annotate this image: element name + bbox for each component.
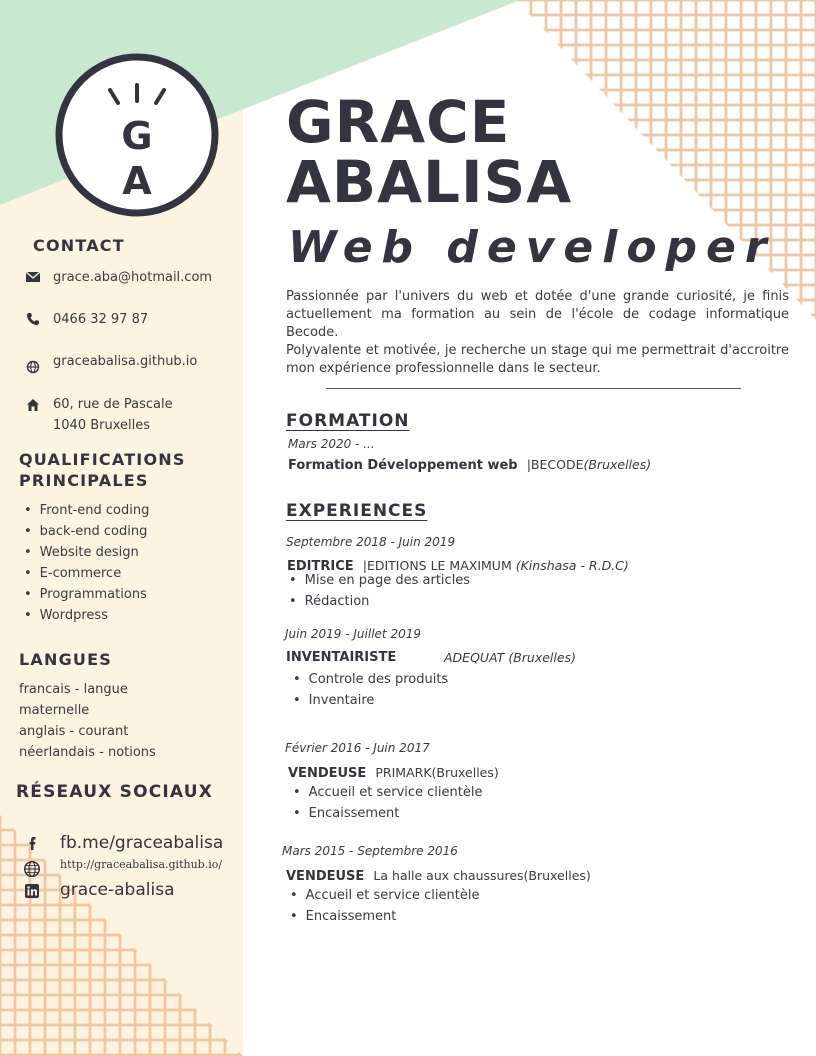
job-date: Mars 2015 - Septembre 2016 xyxy=(282,844,458,858)
website-link[interactable]: graceabalisa.github.io xyxy=(53,354,197,369)
linkedin-link[interactable]: grace-abalisa xyxy=(60,880,174,900)
job-location: (Kinshasa - R.D.C) xyxy=(515,558,629,573)
list-item: Front-end coding xyxy=(24,500,150,521)
job-role: VENDEUSE xyxy=(286,869,365,884)
language-line: francais - langue xyxy=(19,682,128,697)
globe-icon xyxy=(26,360,40,374)
job-tasks: Accueil et service clientèle Encaissemen… xyxy=(293,782,483,824)
job-company: La halle aux chaussures(Bruxelles) xyxy=(373,868,591,883)
full-name: GRACE ABALISA xyxy=(286,92,572,212)
list-item: Accueil et service clientèle xyxy=(293,782,483,803)
last-name: ABALISA xyxy=(286,148,573,216)
list-item: Mise en page des articles xyxy=(289,570,470,591)
phone-icon xyxy=(27,313,39,325)
language-line: néerlandais - notions xyxy=(19,745,156,760)
list-item: Encaissement xyxy=(293,803,482,824)
job-header: VENDEUSE PRIMARK(Bruxelles) xyxy=(288,762,499,781)
contact-heading: CONTACT xyxy=(33,236,125,255)
job-header: VENDEUSE La halle aux chaussures(Bruxell… xyxy=(286,865,591,884)
job-tasks: Mise en page des articles Rédaction xyxy=(289,570,470,612)
formation-school: |BECODE xyxy=(526,457,584,472)
home-icon xyxy=(27,399,39,411)
job-date: Septembre 2018 - Juin 2019 xyxy=(286,535,456,549)
facebook-icon xyxy=(29,837,36,850)
portfolio-link[interactable]: http://graceabalisa.github.io/ xyxy=(60,858,222,871)
social-heading: RÉSEAUX SOCIAUX xyxy=(16,782,214,802)
list-item: Programmations xyxy=(24,584,149,605)
language-line: anglais - courant xyxy=(19,724,129,739)
job-location: ADEQUAT (Bruxelles) xyxy=(444,650,576,665)
language-line: maternelle xyxy=(19,703,90,718)
languages-heading: LANGUES xyxy=(19,650,112,669)
list-item: Accueil et service clientèle xyxy=(290,885,480,906)
job-date: Juin 2019 - Juillet 2019 xyxy=(285,627,421,641)
job-role: VENDEUSE xyxy=(288,766,367,781)
envelope-icon xyxy=(25,271,41,282)
list-item: Inventaire xyxy=(293,690,448,711)
facebook-link[interactable]: fb.me/graceabalisa xyxy=(60,833,223,853)
list-item: Controle des produits xyxy=(293,669,449,690)
list-item: E-commerce xyxy=(24,563,149,584)
phone-number[interactable]: 0466 32 97 87 xyxy=(53,312,148,327)
job-company: PRIMARK(Bruxelles) xyxy=(375,765,499,780)
svg-text:G: G xyxy=(121,114,152,158)
job-role: INVENTAIRISTE xyxy=(286,650,397,665)
formation-heading: FORMATION xyxy=(286,411,410,431)
summary-paragraph: Passionnée par l'univers du web et dotée… xyxy=(286,289,789,340)
experiences-heading: EXPERIENCES xyxy=(286,501,428,521)
formation-entry: Formation Développement web |BECODE(Brux… xyxy=(288,454,651,473)
divider xyxy=(326,388,741,389)
initials-logo: G A xyxy=(55,53,219,217)
email-link[interactable]: grace.aba@hotmail.com xyxy=(53,270,212,285)
profile-summary: Passionnée par l'univers du web et dotée… xyxy=(286,288,789,378)
svg-text:A: A xyxy=(122,159,152,203)
qualifications-heading: QUALIFICATIONS PRINCIPALES xyxy=(19,450,186,490)
list-item: Wordpress xyxy=(24,605,149,626)
job-date: Février 2016 - Juin 2017 xyxy=(285,741,430,755)
list-item: Rédaction xyxy=(289,591,470,612)
job-title: Web developer xyxy=(288,222,776,273)
list-item: back-end coding xyxy=(24,521,149,542)
formation-date: Mars 2020 - ... xyxy=(288,437,375,451)
linkedin-icon xyxy=(25,884,39,898)
first-name: GRACE xyxy=(286,88,511,156)
address-line-2: 1040 Bruxelles xyxy=(53,418,151,433)
list-item: Encaissement xyxy=(290,906,479,927)
qualifications-list: Front-end coding back-end coding Website… xyxy=(24,500,150,626)
address-line-1: 60, rue de Pascale xyxy=(53,397,173,412)
summary-paragraph: Polyvalente et motivée, je recherche un … xyxy=(286,343,789,376)
formation-title: Formation Développement web xyxy=(288,458,518,473)
globe-icon xyxy=(23,860,41,878)
formation-location: (Bruxelles) xyxy=(583,457,652,472)
job-tasks: Controle des produits Inventaire xyxy=(293,669,449,711)
list-item: Website design xyxy=(24,542,149,563)
job-tasks: Accueil et service clientèle Encaissemen… xyxy=(290,885,480,927)
languages-list: francais - langue maternelle anglais - c… xyxy=(19,679,156,763)
